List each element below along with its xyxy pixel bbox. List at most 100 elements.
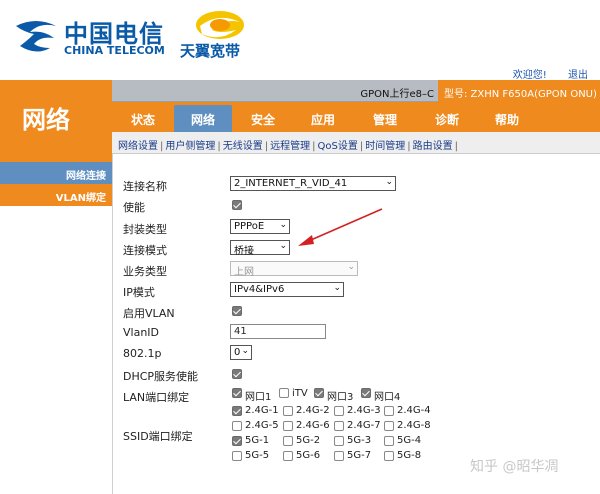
ssid-port-label: 2.4G-8: [397, 420, 431, 431]
ssid-port-label: 5G-2: [296, 435, 321, 446]
ssid-port-checkbox[interactable]: [283, 421, 293, 431]
chevron-down-icon: ⌄: [385, 177, 393, 187]
section-title: 网络: [22, 106, 70, 134]
conn-mode-select[interactable]: 桥接 ⌄: [230, 240, 290, 257]
section-title-panel: 网络: [0, 80, 112, 162]
ssid-port-checkbox[interactable]: [283, 451, 293, 461]
sub-nav: 网络设置 | 用户侧管理 | 无线设置 | 远程管理 | QoS设置 | 时间管理 | 路由设置 |: [112, 132, 600, 154]
encap-label: 封装类型: [123, 223, 167, 236]
subnav-routing[interactable]: 路由设置: [413, 141, 453, 152]
gpon-label: GPON上行e8–C: [360, 89, 434, 100]
tianyi-swirl-icon: [196, 11, 244, 39]
enable-checkbox[interactable]: [232, 200, 242, 210]
ip-mode-select[interactable]: IPv4&IPv6 ⌄: [230, 282, 344, 297]
tab-status[interactable]: 状态: [114, 105, 172, 132]
china-telecom-logo: 中国电信 CHINA TELECOM: [10, 10, 170, 66]
dhcp-label: DHCP服务使能: [123, 370, 199, 383]
tab-diagnostics[interactable]: 诊断: [418, 105, 476, 132]
tab-application[interactable]: 应用: [294, 105, 352, 132]
conn-name-select[interactable]: 2_INTERNET_R_VID_41 ⌄: [230, 176, 396, 191]
header-links: 欢迎您! 退出: [495, 66, 588, 81]
tab-management[interactable]: 管理: [356, 105, 414, 132]
service-value: 上网: [234, 267, 254, 278]
subnav-time[interactable]: 时间管理: [365, 141, 405, 152]
ssid-port-checkbox[interactable]: [384, 451, 394, 461]
dhcp-checkbox[interactable]: [232, 369, 242, 379]
ssid-port-label: 5G-7: [347, 450, 372, 461]
ssid-port-checkbox[interactable]: [334, 451, 344, 461]
lan-port-3-checkbox[interactable]: [314, 388, 324, 398]
subnav-qos[interactable]: QoS设置: [318, 141, 358, 152]
tab-security[interactable]: 安全: [234, 105, 292, 132]
lan-port-4-label: 网口4: [374, 392, 401, 403]
subnav-wireless[interactable]: 无线设置: [223, 141, 263, 152]
subnav-remote[interactable]: 远程管理: [270, 141, 310, 152]
lan-port-4-checkbox[interactable]: [361, 388, 371, 398]
vlanid-label: VlanID: [123, 326, 160, 339]
watermark-text: 知乎 @昭华凋: [470, 459, 559, 475]
ssid-port-label: 2.4G-3: [347, 405, 381, 416]
ssid-port-checkbox[interactable]: [232, 436, 242, 446]
ssid-port-checkbox[interactable]: [283, 436, 293, 446]
ssid-port-checkbox[interactable]: [232, 451, 242, 461]
ip-mode-label: IP模式: [123, 286, 155, 299]
ssid-port-label: 2.4G-2: [296, 405, 330, 416]
model-label: 型号: ZXHN F650A(GPON ONU): [438, 80, 600, 102]
ssid-port-checkbox[interactable]: [334, 421, 344, 431]
ssid-port-checkbox[interactable]: [232, 406, 242, 416]
sidebar-item-vlan-binding[interactable]: VLAN绑定: [0, 184, 112, 206]
chevron-down-icon: ⌄: [241, 346, 249, 356]
lan-port-itv-label: iTV: [292, 388, 308, 399]
ssid-port-label: 2.4G-1: [245, 405, 279, 416]
chevron-down-icon: ⌄: [333, 283, 341, 293]
ssid-port-label: 2.4G-5: [245, 420, 279, 431]
tianyi-broadband-logo: 天翼宽带: [180, 8, 260, 66]
ssid-port-checkbox[interactable]: [384, 421, 394, 431]
conn-mode-label: 连接模式: [123, 244, 167, 257]
tab-help[interactable]: 帮助: [478, 105, 536, 132]
ssid-bind-label: SSID端口绑定: [123, 430, 193, 443]
ssid-port-label: 5G-4: [397, 435, 422, 446]
conn-mode-value: 桥接: [234, 246, 254, 257]
ssid-port-label: 2.4G-6: [296, 420, 330, 431]
main-nav: 状态 网络 安全 应用 管理 诊断 帮助: [112, 102, 600, 132]
annotation-arrow-icon: [298, 208, 383, 246]
ip-mode-value: IPv4&IPv6: [234, 284, 285, 295]
p8021-select[interactable]: 0 ⌄: [230, 345, 252, 360]
p8021-value: 0: [234, 347, 241, 358]
ssid-port-label: 5G-8: [397, 450, 422, 461]
ssid-port-checkbox[interactable]: [384, 436, 394, 446]
ssid-port-checkbox[interactable]: [232, 421, 242, 431]
sidebar-item-network-connection[interactable]: 网络连接: [0, 162, 112, 184]
ssid-port-label: 2.4G-4: [397, 405, 431, 416]
vlan-enable-checkbox[interactable]: [232, 306, 242, 316]
ssid-port-checkbox[interactable]: [283, 406, 293, 416]
ssid-port-label: 2.4G-7: [347, 420, 381, 431]
vlan-enable-label: 启用VLAN: [123, 307, 175, 320]
ssid-port-label: 5G-3: [347, 435, 372, 446]
lan-port-3-label: 网口3: [327, 392, 354, 403]
page-header: 中国电信 CHINA TELECOM 天翼宽带 欢迎您! 退出: [0, 0, 600, 81]
tab-network[interactable]: 网络: [174, 105, 232, 132]
conn-name-label: 连接名称: [123, 180, 167, 193]
subnav-user-side[interactable]: 用户侧管理: [165, 141, 215, 152]
service-select[interactable]: 上网 ⌄: [230, 261, 358, 278]
ssid-port-label: 5G-5: [245, 450, 270, 461]
enable-label: 使能: [123, 201, 145, 214]
ssid-port-checkbox[interactable]: [334, 406, 344, 416]
lan-port-1-checkbox[interactable]: [232, 388, 242, 398]
china-telecom-emblem-icon: [16, 21, 56, 52]
encap-select[interactable]: PPPoE ⌄: [230, 219, 290, 234]
chevron-down-icon: ⌄: [279, 220, 287, 230]
ssid-port-checkbox[interactable]: [384, 406, 394, 416]
chevron-down-icon: ⌄: [347, 262, 355, 272]
ssid-port-label: 5G-1: [245, 435, 270, 446]
sidebar: [0, 162, 112, 494]
subnav-network-settings[interactable]: 网络设置: [118, 141, 158, 152]
p8021-label: 802.1p: [123, 347, 162, 360]
vlanid-input[interactable]: 41: [230, 324, 326, 339]
ssid-port-checkbox[interactable]: [334, 436, 344, 446]
info-strip: GPON上行e8–C 型号: ZXHN F650A(GPON ONU): [112, 80, 600, 102]
lan-port-itv-checkbox[interactable]: [279, 388, 289, 398]
broadband-cn-text: 天翼宽带: [180, 42, 241, 60]
